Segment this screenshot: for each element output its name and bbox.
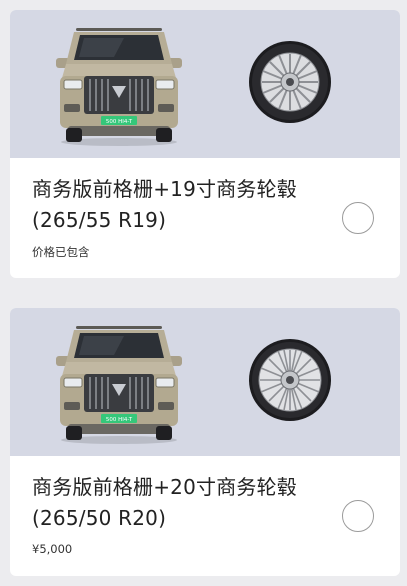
option-price: 价格已包含 [32, 245, 90, 259]
option-title-line1: 商务版前格栅+20寸商务轮毂 [32, 475, 298, 499]
option-title-line2: (265/50 R20) [32, 506, 167, 530]
option-title-line2: (265/55 R19) [32, 208, 167, 232]
option-banner: 500 HI4-T [10, 308, 400, 456]
vehicle-front-image: 500 HI4-T [56, 28, 182, 146]
option-title-line1: 商务版前格栅+19寸商务轮毂 [32, 177, 298, 201]
select-radio[interactable] [342, 500, 374, 532]
option-info: 商务版前格栅+20寸商务轮毂 (265/50 R20) ¥5,000 [10, 456, 400, 556]
wheel-image [249, 339, 331, 421]
option-title: 商务版前格栅+19寸商务轮毂 (265/55 R19) [32, 174, 332, 236]
svg-text:500 HI4-T: 500 HI4-T [106, 119, 133, 125]
vehicle-front-image: 500 HI4-T [56, 326, 182, 444]
option-card-19-inch[interactable]: 500 HI4-T 商务版前格栅+19寸商务轮毂 (265/55 R19) 价格… [10, 10, 400, 278]
svg-text:500 HI4-T: 500 HI4-T [106, 417, 133, 423]
select-radio[interactable] [342, 202, 374, 234]
option-banner: 500 HI4-T [10, 10, 400, 158]
options-list: 500 HI4-T 商务版前格栅+19寸商务轮毂 (265/55 R19) 价格… [0, 0, 407, 586]
option-price: ¥5,000 [32, 542, 73, 556]
wheel-image [249, 41, 331, 123]
option-info: 商务版前格栅+19寸商务轮毂 (265/55 R19) 价格已包含 [10, 158, 400, 260]
option-title: 商务版前格栅+20寸商务轮毂 (265/50 R20) [32, 472, 332, 534]
option-card-20-inch[interactable]: 500 HI4-T 商务版前格栅+20寸商务轮毂 (265/50 R20) ¥5… [10, 308, 400, 576]
